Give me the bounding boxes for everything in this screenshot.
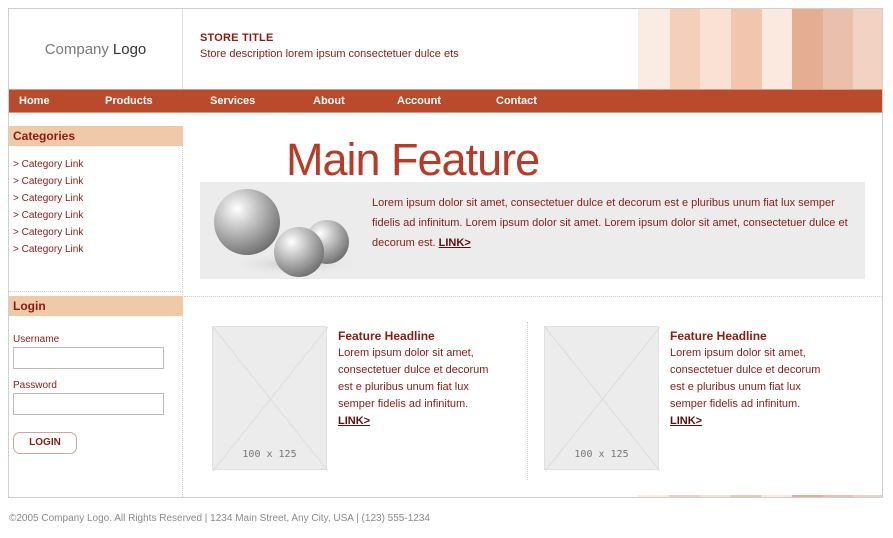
category-link[interactable]: > Category Link xyxy=(13,224,83,241)
store-description: Store description lorem ipsum consectetu… xyxy=(200,48,459,60)
feature-line: consectetuer dulce et decorum xyxy=(670,364,821,376)
main-feature-text: Lorem ipsum dolor sit amet, consectetuer… xyxy=(372,193,857,253)
login-heading: Login xyxy=(9,296,183,316)
decorative-stripe xyxy=(853,9,882,89)
feature-line: Lorem ipsum dolor sit amet, xyxy=(338,347,474,359)
decorative-stripe xyxy=(761,9,793,89)
nav-about[interactable]: About xyxy=(313,95,345,107)
decorative-stripe xyxy=(699,495,731,497)
decorative-stripe xyxy=(730,9,762,89)
main-nav: Home Products Services About Account Con… xyxy=(9,89,882,113)
store-info: STORE TITLE Store description lorem ipsu… xyxy=(200,32,459,60)
page-frame: Company Logo STORE TITLE Store descripti… xyxy=(8,8,883,498)
decorative-stripe xyxy=(853,495,882,497)
category-link[interactable]: > Category Link xyxy=(13,241,83,258)
username-label: Username xyxy=(13,334,60,345)
feature-link[interactable]: LINK> xyxy=(670,413,855,430)
decorative-stripe xyxy=(639,9,670,89)
feature-line: Lorem ipsum dolor sit amet, xyxy=(670,347,806,359)
feature-line: est e pluribus unum fiat lux xyxy=(338,381,469,393)
decorative-stripe xyxy=(700,9,731,89)
category-link[interactable]: > Category Link xyxy=(13,190,83,207)
logo-bold: Logo xyxy=(112,40,147,58)
store-title: STORE TITLE xyxy=(200,32,274,44)
decorative-stripe xyxy=(822,495,854,497)
feature-headline[interactable]: Feature Headline xyxy=(338,329,523,343)
nav-account[interactable]: Account xyxy=(397,95,441,107)
decorative-stripe xyxy=(638,495,669,497)
footer-text: ©2005 Company Logo. All Rights Reserved … xyxy=(9,513,430,524)
feature-card: Feature Headline Lorem ipsum dolor sit a… xyxy=(670,329,855,430)
decorative-stripe xyxy=(822,9,854,89)
spheres-image xyxy=(214,189,365,277)
feature-link[interactable]: LINK> xyxy=(338,413,523,430)
category-list: > Category Link > Category Link > Catego… xyxy=(13,156,83,258)
placeholder-size: 100 x 125 xyxy=(574,449,629,460)
categories-heading: Categories xyxy=(9,126,183,146)
company-logo[interactable]: Company Logo xyxy=(9,9,183,89)
sidebar-divider xyxy=(9,291,183,292)
feature-line: semper fidelis ad infinitum. xyxy=(670,398,801,410)
nav-products[interactable]: Products xyxy=(105,95,153,107)
feature-headline[interactable]: Feature Headline xyxy=(670,329,855,343)
decorative-stripe xyxy=(668,495,700,497)
header: Company Logo STORE TITLE Store descripti… xyxy=(9,9,882,89)
category-link[interactable]: > Category Link xyxy=(13,156,83,173)
content-divider xyxy=(184,296,882,297)
feature-card: Feature Headline Lorem ipsum dolor sit a… xyxy=(338,329,523,430)
nav-contact[interactable]: Contact xyxy=(496,95,537,107)
decorative-stripe xyxy=(791,495,823,497)
username-input[interactable] xyxy=(13,347,164,369)
feature-line: consectetuer dulce et decorum xyxy=(338,364,489,376)
decorative-stripe xyxy=(730,495,761,497)
main-feature-link[interactable]: LINK> xyxy=(439,237,471,249)
password-input[interactable] xyxy=(13,393,164,415)
nav-services[interactable]: Services xyxy=(210,95,255,107)
placeholder-size: 100 x 125 xyxy=(242,449,297,460)
nav-home[interactable]: Home xyxy=(19,95,50,107)
decorative-stripe xyxy=(669,9,701,89)
login-button[interactable]: LOGIN xyxy=(13,432,77,454)
image-placeholder: 100 x 125 xyxy=(544,326,660,471)
sidebar: Categories > Category Link > Category Li… xyxy=(9,126,183,497)
header-decorative-stripes xyxy=(638,9,882,89)
decorative-stripe xyxy=(761,495,792,497)
password-label: Password xyxy=(13,380,57,391)
feature-divider xyxy=(527,322,528,480)
decorative-stripe xyxy=(792,9,823,89)
feature-line: semper fidelis ad infinitum. xyxy=(338,398,469,410)
logo-prefix: Company xyxy=(44,40,109,58)
image-placeholder: 100 x 125 xyxy=(212,326,328,471)
category-link[interactable]: > Category Link xyxy=(13,207,83,224)
footer-decorative-stripes xyxy=(638,495,882,497)
category-link[interactable]: > Category Link xyxy=(13,173,83,190)
feature-line: est e pluribus unum fiat lux xyxy=(670,381,801,393)
